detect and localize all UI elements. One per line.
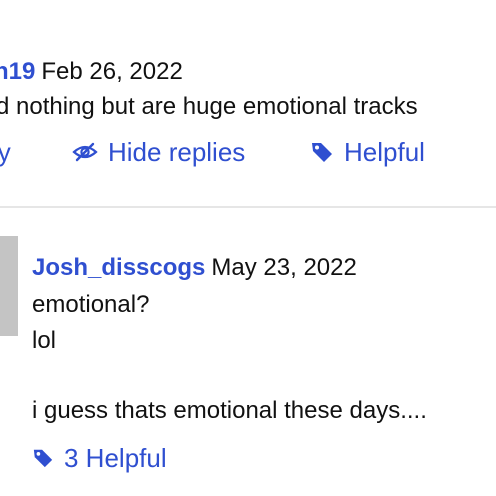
reply-username-link[interactable]: Josh_disscogs [32, 254, 205, 281]
tag-icon [32, 447, 54, 469]
reply-helpful-button[interactable]: 3 Helpful [32, 442, 167, 474]
reply-helpful-label: 3 Helpful [64, 443, 167, 473]
avatar[interactable] [0, 236, 18, 336]
parent-comment-body: d nothing but are huge emotional tracks [0, 93, 418, 120]
parent-comment-date: Feb 26, 2022 [41, 58, 183, 85]
tag-icon [310, 140, 334, 164]
reply-comment-header: Josh_disscogs May 23, 2022 [32, 254, 357, 282]
reply-label: ly [0, 137, 11, 167]
divider [0, 206, 496, 208]
eye-slash-icon [72, 142, 98, 162]
comments-panel: n19 Feb 26, 2022 d nothing but are huge e… [0, 0, 496, 496]
reply-body-line: lol [32, 327, 57, 354]
reply-comment-date: May 23, 2022 [211, 254, 357, 281]
helpful-button[interactable]: Helpful [310, 136, 425, 168]
parent-username-link[interactable]: n19 [0, 58, 35, 85]
reply-body-line: emotional? [32, 291, 150, 318]
hide-replies-button[interactable]: Hide replies [72, 136, 245, 168]
reply-button[interactable]: ly [0, 136, 11, 168]
parent-comment-actions: ly Hide replies Helpful [0, 136, 496, 168]
hide-replies-label: Hide replies [108, 137, 246, 167]
helpful-label: Helpful [344, 137, 425, 167]
reply-body-line: i guess thats emotional these days.... [32, 397, 427, 424]
parent-comment-header: n19 Feb 26, 2022 [0, 58, 183, 86]
